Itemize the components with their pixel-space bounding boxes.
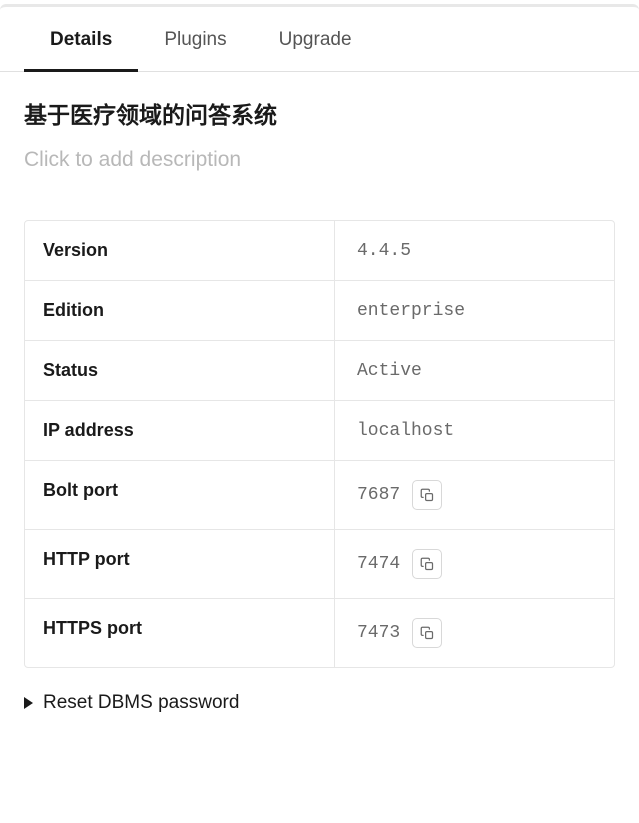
chevron-right-icon — [24, 697, 33, 709]
label-edition: Edition — [25, 281, 335, 340]
label-status: Status — [25, 341, 335, 400]
value-https-port-text: 7473 — [357, 623, 400, 643]
label-bolt-port: Bolt port — [25, 461, 335, 529]
label-http-port: HTTP port — [25, 530, 335, 598]
value-ip-address-text: localhost — [357, 421, 454, 441]
value-https-port: 7473 — [335, 599, 614, 667]
copy-http-port-button[interactable] — [412, 549, 442, 579]
row-bolt-port: Bolt port 7687 — [25, 461, 614, 530]
value-version: 4.4.5 — [335, 221, 614, 280]
info-table: Version 4.4.5 Edition enterprise Status … — [24, 220, 615, 668]
value-edition-text: enterprise — [357, 301, 465, 321]
value-ip-address: localhost — [335, 401, 614, 460]
copy-icon — [420, 626, 435, 641]
row-https-port: HTTPS port 7473 — [25, 599, 614, 667]
copy-icon — [420, 488, 435, 503]
row-status: Status Active — [25, 341, 614, 401]
row-http-port: HTTP port 7474 — [25, 530, 614, 599]
label-version: Version — [25, 221, 335, 280]
tab-upgrade[interactable]: Upgrade — [253, 7, 378, 72]
tab-details[interactable]: Details — [24, 7, 138, 72]
reset-dbms-password[interactable]: Reset DBMS password — [0, 668, 639, 738]
copy-https-port-button[interactable] — [412, 618, 442, 648]
row-version: Version 4.4.5 — [25, 221, 614, 281]
details-panel: Details Plugins Upgrade 基于医疗领域的问答系统 Clic… — [0, 4, 639, 738]
label-ip-address: IP address — [25, 401, 335, 460]
tab-bar: Details Plugins Upgrade — [0, 7, 639, 72]
value-version-text: 4.4.5 — [357, 241, 411, 261]
label-https-port: HTTPS port — [25, 599, 335, 667]
description-input[interactable]: Click to add description — [24, 148, 615, 172]
value-bolt-port: 7687 — [335, 461, 614, 529]
copy-icon — [420, 557, 435, 572]
value-http-port: 7474 — [335, 530, 614, 598]
row-edition: Edition enterprise — [25, 281, 614, 341]
tab-plugins[interactable]: Plugins — [138, 7, 252, 72]
row-ip-address: IP address localhost — [25, 401, 614, 461]
project-title: 基于医疗领域的问答系统 — [24, 96, 615, 130]
content-area: 基于医疗领域的问答系统 Click to add description Ver… — [0, 72, 639, 668]
value-edition: enterprise — [335, 281, 614, 340]
value-http-port-text: 7474 — [357, 554, 400, 574]
value-status-text: Active — [357, 361, 422, 381]
value-status: Active — [335, 341, 614, 400]
value-bolt-port-text: 7687 — [357, 485, 400, 505]
reset-label: Reset DBMS password — [43, 692, 239, 714]
copy-bolt-port-button[interactable] — [412, 480, 442, 510]
